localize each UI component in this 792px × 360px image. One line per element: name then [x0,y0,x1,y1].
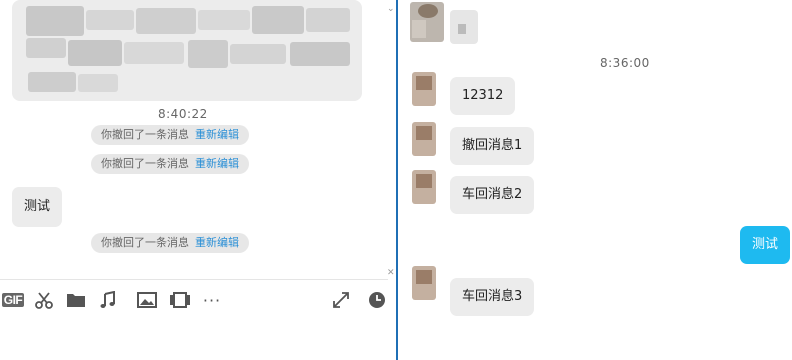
recall-notice-text: 你撤回了一条消息 [101,236,189,249]
incoming-message-bubble[interactable]: 测试 [12,187,63,227]
avatar[interactable] [412,266,436,300]
gif-icon[interactable]: GIF [1,286,25,314]
recall-notice-text: 你撤回了一条消息 [101,128,189,141]
incoming-message-bubble[interactable]: 车回消息2 [450,176,535,214]
collapse-marker[interactable]: ✕ [387,268,395,278]
scroll-up-marker[interactable]: ⌄ [387,4,395,14]
avatar[interactable] [412,170,436,204]
blurred-message-bubble [12,0,362,101]
more-label: ··· [202,290,222,310]
clock-icon[interactable] [366,286,388,314]
chat-comparison-screenshot: { "left": { "timestamp": "8:40:22", "rec… [0,0,792,360]
expand-icon[interactable] [330,286,352,314]
music-icon[interactable] [97,286,119,314]
recall-notice-3: 你撤回了一条消息 重新编辑 [91,233,249,253]
scissors-icon[interactable] [33,286,55,314]
left-timestamp: 8:40:22 [158,107,208,121]
avatar[interactable] [412,72,436,106]
incoming-message-bubble[interactable]: 撤回消息1 [450,127,535,165]
outgoing-message-bubble[interactable]: 测试 [740,226,791,264]
video-icon[interactable] [168,286,192,314]
avatar[interactable] [410,2,444,42]
left-chat-pane: 8:40:22 你撤回了一条消息 重新编辑 你撤回了一条消息 重新编辑 测试 你撤回… [0,0,396,360]
re-edit-link[interactable]: 重新编辑 [195,128,239,141]
incoming-message-bubble[interactable]: 12312 [450,77,516,115]
image-icon[interactable] [136,286,158,314]
toolbar-divider [0,279,388,280]
right-timestamp: 8:36:00 [600,56,650,70]
gif-label: GIF [1,293,25,307]
folder-icon[interactable] [64,286,88,314]
recall-notice-2: 你撤回了一条消息 重新编辑 [91,154,249,174]
recall-notice-text: 你撤回了一条消息 [101,157,189,170]
message-toolbar: GIF ··· [0,286,390,314]
blurred-contact-name [450,10,478,44]
incoming-message-bubble[interactable]: 车回消息3 [450,278,535,316]
right-chat-pane: 8:36:00 12312 撤回消息1 车回消息2 测试 车回消息3 [398,0,792,360]
re-edit-link[interactable]: 重新编辑 [195,157,239,170]
re-edit-link[interactable]: 重新编辑 [195,236,239,249]
recall-notice-1: 你撤回了一条消息 重新编辑 [91,125,249,145]
avatar[interactable] [412,122,436,156]
more-icon[interactable]: ··· [200,286,224,314]
